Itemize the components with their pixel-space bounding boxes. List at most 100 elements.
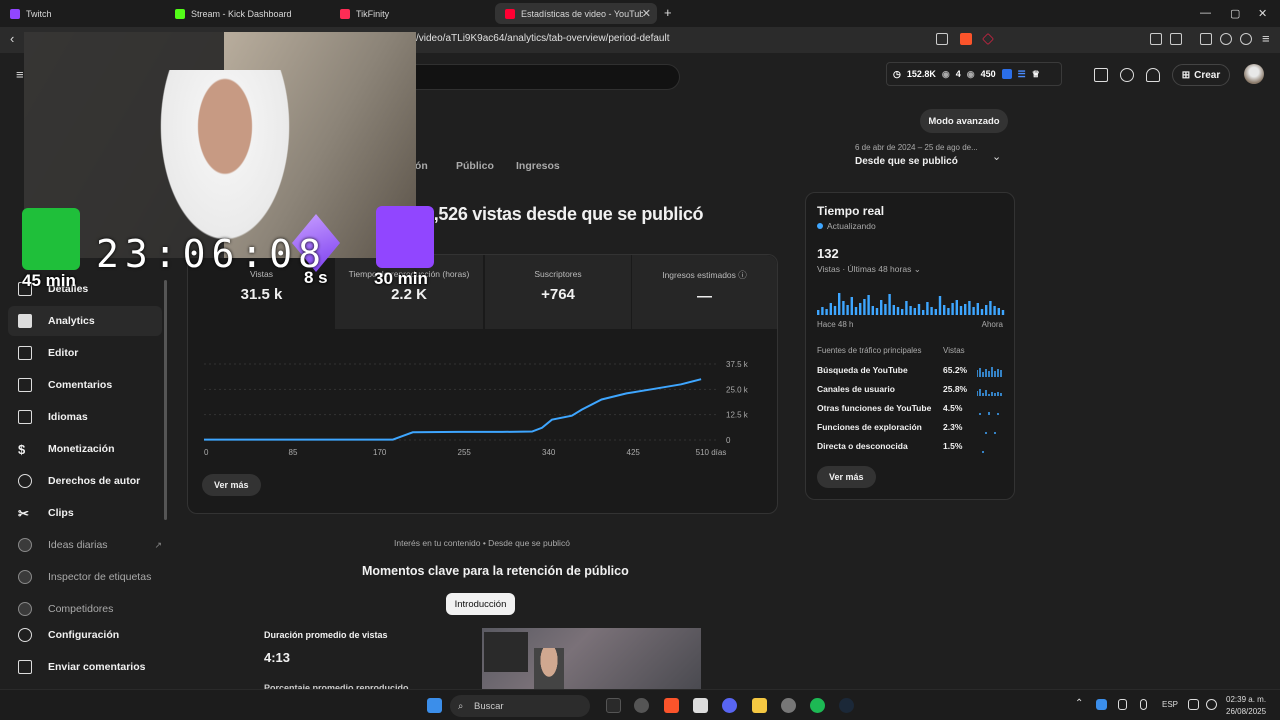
rewards-icon[interactable] — [982, 33, 994, 45]
source-name: Funciones de exploración — [817, 422, 922, 432]
tab-twitch[interactable]: Twitch — [0, 3, 165, 24]
menu-icon[interactable]: ≡ — [1262, 31, 1270, 46]
video-thumbnail[interactable] — [482, 628, 701, 689]
channel-stats-widget[interactable]: ◷ 152.8K ◉ 4 ◉ 450 ☰ ♕ — [886, 62, 1062, 86]
thumbnail-inset — [484, 632, 528, 672]
advanced-mode-button[interactable]: Modo avanzado — [920, 109, 1008, 133]
source-pct: 65.2% — [943, 365, 968, 375]
source-row[interactable]: Directa o desconocida 1.5% — [817, 441, 1005, 453]
network-icon[interactable] — [1188, 699, 1199, 710]
sidebar-item-analytics[interactable]: Analytics — [8, 306, 162, 336]
reader-icon[interactable] — [1170, 33, 1182, 45]
editor-icon — [18, 346, 32, 360]
discord-icon[interactable] — [722, 698, 737, 713]
eye-icon: ◉ — [966, 68, 975, 79]
chevron-up-icon[interactable]: ⌃ — [1075, 698, 1083, 709]
create-button[interactable]: ⊞ Crear — [1172, 64, 1230, 86]
realtime-bar — [871, 306, 874, 315]
metric-subscribers[interactable]: Suscriptores +764 — [484, 255, 631, 329]
sidebar-item-label: Comentarios — [48, 379, 113, 391]
sidebar-item-daily-ideas[interactable]: Ideas diarias ↗ — [8, 530, 162, 560]
source-row[interactable]: Funciones de exploración 2.3% — [817, 422, 1005, 434]
realtime-bar — [909, 306, 912, 315]
extensions-icon[interactable] — [1150, 33, 1162, 45]
intro-chip[interactable]: Introducción — [446, 593, 515, 615]
realtime-card: Tiempo real Actualizando 132 Vistas · Úl… — [805, 192, 1015, 500]
subtitles-icon[interactable] — [1094, 68, 1108, 82]
file-explorer-icon[interactable] — [752, 698, 767, 713]
language-indicator[interactable]: ESP — [1162, 700, 1178, 709]
tab-kick[interactable]: Stream - Kick Dashboard — [165, 3, 330, 24]
tab-audience[interactable]: Público — [456, 160, 494, 172]
metric-revenue[interactable]: Ingresos estimados ⓘ — — [631, 255, 777, 329]
volume-icon[interactable] — [1206, 699, 1217, 710]
sidebar-item-tag-inspector[interactable]: Inspector de etiquetas — [8, 562, 162, 592]
sidebar-icon[interactable] — [1200, 33, 1212, 45]
tab-youtube-analytics[interactable]: Estadísticas de video - YouTube ✕ — [495, 3, 657, 24]
tray-app-icon[interactable] — [1096, 699, 1107, 710]
hamburger-icon[interactable]: ≡ — [16, 67, 24, 82]
tab-label: Twitch — [26, 8, 52, 19]
realtime-bar — [875, 308, 879, 315]
sidebar-item-settings[interactable]: Configuración — [8, 620, 162, 650]
realtime-bar — [943, 305, 946, 315]
brave-shield-icon[interactable] — [960, 33, 972, 45]
dollar-icon: $ — [18, 442, 26, 457]
app-u-icon[interactable] — [606, 698, 621, 713]
realtime-subtitle[interactable]: Vistas · Últimas 48 horas ⌄ — [817, 264, 921, 275]
url-text[interactable]: /video/aTLi9K9ac64/analytics/tab-overvie… — [416, 33, 669, 44]
obs-icon[interactable] — [634, 698, 649, 713]
realtime-count: 132 — [817, 246, 839, 261]
system-clock[interactable]: 02:39 a. m. 26/08/2025 — [1226, 694, 1266, 718]
views-line[interactable] — [204, 378, 702, 441]
tikfinity-icon — [340, 8, 350, 19]
new-tab-button[interactable]: + — [664, 5, 672, 20]
microphone-icon[interactable] — [1140, 699, 1147, 710]
tab-revenue[interactable]: Ingresos — [516, 160, 560, 172]
spotify-icon[interactable] — [810, 698, 825, 713]
tab-tikfinity[interactable]: TikFinity — [330, 3, 495, 24]
y-tick-label: 12.5 k — [726, 411, 749, 420]
x-tick-label: 255 — [458, 448, 472, 457]
source-row[interactable]: Otras funciones de YouTube 4.5% — [817, 403, 1005, 415]
close-window-button[interactable]: ✕ — [1258, 7, 1267, 20]
sidebar-item-comments[interactable]: Comentarios — [8, 370, 162, 400]
bell-icon[interactable] — [1146, 68, 1160, 82]
close-tab-icon[interactable]: ✕ — [642, 7, 651, 20]
source-row[interactable]: Búsqueda de YouTube 65.2% — [817, 365, 1005, 377]
see-more-button[interactable]: Ver más — [202, 474, 261, 496]
minimize-button[interactable]: — — [1200, 7, 1211, 19]
sidebar-item-languages[interactable]: Idiomas — [8, 402, 162, 432]
sidebar-item-monetization[interactable]: $ Monetización — [8, 434, 162, 464]
usb-icon[interactable] — [1118, 699, 1127, 710]
windows-start-icon[interactable] — [427, 698, 442, 713]
source-row[interactable]: Canales de usuario 25.8% — [817, 384, 1005, 396]
taskbar-search[interactable]: ⌕ Buscar — [450, 695, 590, 717]
chevron-down-icon[interactable]: ⌄ — [992, 150, 1001, 163]
help-icon[interactable] — [1120, 68, 1134, 82]
leo-icon[interactable] — [1220, 33, 1232, 45]
back-icon[interactable]: ‹ — [10, 31, 14, 46]
share-icon[interactable] — [936, 33, 948, 45]
maximize-button[interactable]: ▢ — [1230, 7, 1240, 20]
sidebar-scrollbar[interactable] — [164, 280, 167, 520]
stream-timer: 23:06:08 — [96, 232, 328, 276]
clock-time: 02:39 a. m. — [1226, 695, 1267, 704]
sources-header: Fuentes de tráfico principales — [817, 346, 922, 355]
chrome-icon[interactable] — [781, 698, 796, 713]
sidebar-item-feedback[interactable]: Enviar comentarios — [8, 652, 162, 682]
sidebar-item-copyright[interactable]: Derechos de autor — [8, 466, 162, 496]
search-input[interactable] — [416, 64, 680, 90]
eye-icon: ◉ — [941, 68, 950, 79]
steam-icon[interactable] — [839, 698, 854, 713]
realtime-subtitle-text: Vistas · Últimas 48 horas — [817, 264, 912, 274]
period-selector[interactable]: 6 de abr de 2024 – 25 de ago de... Desde… — [855, 143, 1005, 167]
avatar[interactable] — [1244, 64, 1264, 84]
capcut-icon[interactable] — [693, 698, 708, 713]
twitch-gift-icon — [376, 206, 434, 268]
sidebar-item-editor[interactable]: Editor — [8, 338, 162, 368]
sidebar-item-clips[interactable]: ✂ Clips — [8, 498, 162, 528]
brave-icon[interactable] — [664, 698, 679, 713]
vpn-icon[interactable] — [1240, 33, 1252, 45]
realtime-see-more-button[interactable]: Ver más — [817, 466, 876, 488]
